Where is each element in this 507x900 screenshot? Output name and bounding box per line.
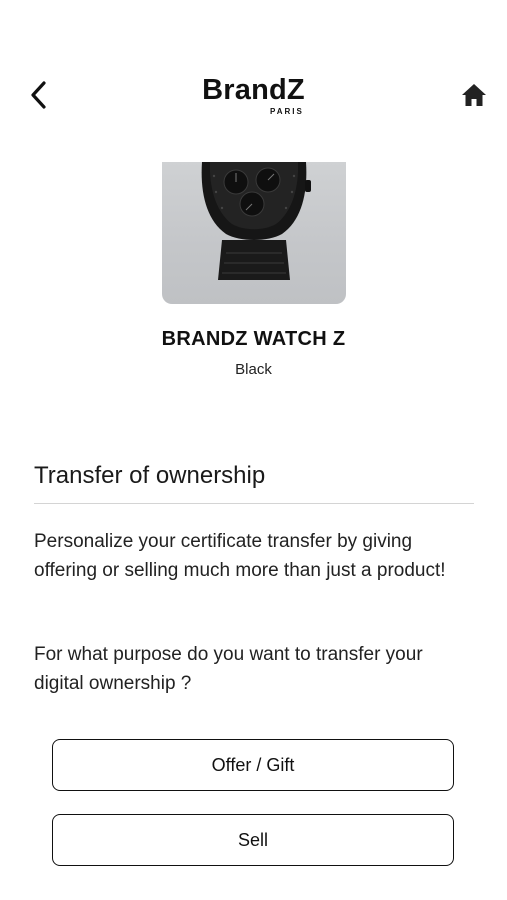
brand-name: BrandZ	[202, 74, 305, 106]
product-color: Black	[235, 361, 272, 378]
home-button[interactable]	[459, 80, 489, 110]
sell-button[interactable]: Sell	[52, 814, 454, 866]
transfer-question: For what purpose do you want to transfer…	[34, 644, 423, 694]
transfer-description: Personalize your certificate transfer by…	[34, 531, 446, 581]
product-image	[162, 162, 346, 304]
offer-gift-button[interactable]: Offer / Gift	[52, 739, 454, 791]
app-header: BrandZ PARIS	[0, 0, 507, 140]
home-icon	[462, 84, 486, 106]
watch-icon	[201, 162, 311, 280]
section-title: Transfer of ownership	[34, 462, 266, 489]
brand-subtitle: PARIS	[270, 107, 304, 116]
divider	[34, 503, 474, 504]
brand-logo: BrandZ PARIS	[0, 74, 507, 116]
product-title: BRANDZ WATCH Z	[161, 328, 346, 350]
